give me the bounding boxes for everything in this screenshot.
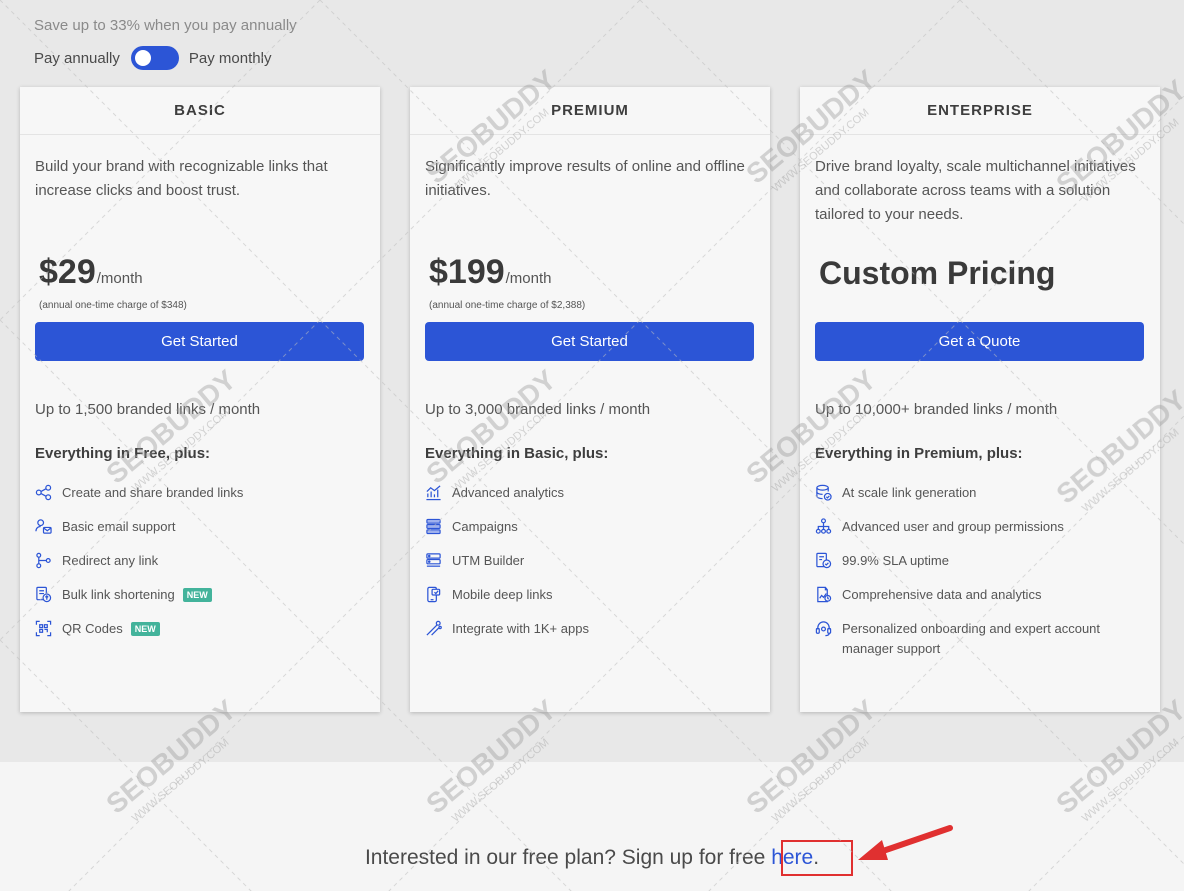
plan-name: BASIC [20, 87, 380, 135]
campaigns-icon [426, 518, 441, 535]
pay-annually-label[interactable]: Pay annually [34, 50, 120, 67]
features-heading: Everything in Free, plus: [35, 445, 211, 462]
feature-item: 99.9% SLA uptime [815, 551, 1145, 585]
bulk-link-icon [36, 586, 52, 603]
feature-text: Redirect any link [62, 553, 159, 568]
plan-price: $29 [39, 253, 96, 291]
new-badge: NEW [182, 588, 212, 602]
headset-icon [815, 621, 832, 637]
qr-code-icon [35, 620, 52, 637]
get-started-button[interactable]: Get Started [35, 322, 364, 361]
feature-list: Create and share branded links Basic ema… [35, 483, 365, 653]
price-period: /month [505, 270, 552, 287]
annual-charge-note: (annual one-time charge of $2,388) [429, 300, 586, 311]
feature-label: Bulk link shortening [62, 587, 175, 602]
plan-name: ENTERPRISE [800, 87, 1160, 135]
save-annually-text: Save up to 33% when you pay annually [34, 17, 297, 34]
highlight-box [781, 840, 853, 876]
feature-item: Campaigns [425, 517, 755, 551]
billing-toggle-row: Pay annually Pay monthly [34, 46, 271, 70]
free-plan-text: Interested in our free plan? Sign up for… [0, 846, 1184, 870]
permissions-icon [815, 518, 832, 534]
feature-text: Advanced analytics [452, 485, 565, 500]
features-heading: Everything in Premium, plus: [815, 445, 1023, 462]
email-support-icon [35, 519, 52, 534]
plan-description: Build your brand with recognizable links… [35, 158, 328, 199]
feature-list: At scale link generation Advanced user a… [815, 483, 1145, 659]
integrations-icon [426, 620, 442, 636]
link-limit: Up to 3,000 branded links / month [425, 401, 651, 418]
annual-charge-note: (annual one-time charge of $348) [39, 300, 187, 311]
custom-pricing: Custom Pricing [819, 255, 1056, 291]
free-plan-prompt: Interested in our free plan? Sign up for… [364, 846, 772, 869]
feature-text: Create and share branded links [62, 485, 244, 500]
uptime-icon [816, 552, 832, 569]
annotation-arrow-icon [858, 825, 953, 860]
feature-item: Mobile deep links [425, 585, 755, 619]
get-started-button[interactable]: Get Started [425, 322, 754, 361]
price-period: /month [96, 270, 143, 287]
feature-item: Basic email support [35, 517, 365, 551]
share-icon [35, 484, 52, 501]
mobile-link-icon [427, 586, 441, 603]
plan-card-enterprise: ENTERPRISE Drive brand loyalty, scale mu… [800, 87, 1160, 712]
feature-item: Integrate with 1K+ apps [425, 619, 755, 653]
price-row: $29 /month [39, 253, 143, 292]
feature-item: Bulk link shortening NEW [35, 585, 365, 619]
analytics-icon [426, 485, 441, 501]
feature-text: At scale link generation [842, 485, 977, 500]
utm-builder-icon [426, 553, 441, 567]
feature-label: QR Codes [62, 621, 123, 636]
pay-monthly-label[interactable]: Pay monthly [189, 50, 272, 67]
feature-item: Redirect any link [35, 551, 365, 585]
feature-text: Basic email support [62, 519, 176, 534]
link-limit: Up to 10,000+ branded links / month [815, 401, 1058, 418]
data-report-icon [817, 586, 832, 603]
free-plan-section [0, 762, 1184, 891]
plan-card-premium: PREMIUM Significantly improve results of… [410, 87, 770, 712]
price-row: $199 /month [429, 253, 552, 292]
billing-toggle-switch[interactable] [130, 46, 179, 70]
database-icon [816, 484, 832, 501]
feature-item: At scale link generation [815, 483, 1145, 517]
feature-text: Comprehensive data and analytics [842, 587, 1042, 602]
feature-text: Bulk link shortening NEW [62, 585, 365, 605]
feature-item: Create and share branded links [35, 483, 365, 517]
plan-card-basic: BASIC Build your brand with recognizable… [20, 87, 380, 712]
plan-description: Drive brand loyalty, scale multichannel … [815, 158, 1136, 223]
feature-item: Advanced user and group permissions [815, 517, 1145, 551]
plan-description: Significantly improve results of online … [425, 158, 745, 199]
new-badge: NEW [130, 622, 160, 636]
redirect-icon [36, 552, 51, 569]
link-limit: Up to 1,500 branded links / month [35, 401, 261, 418]
feature-text: Campaigns [452, 519, 518, 534]
feature-item: QR Codes NEW [35, 619, 365, 653]
features-heading: Everything in Basic, plus: [425, 445, 609, 462]
plan-price: $199 [429, 253, 505, 291]
get-a-quote-button[interactable]: Get a Quote [815, 322, 1144, 361]
feature-text: Personalized onboarding and expert accou… [842, 621, 1101, 656]
toggle-knob [134, 50, 151, 66]
feature-text: Integrate with 1K+ apps [452, 621, 589, 636]
feature-text: 99.9% SLA uptime [842, 553, 949, 568]
feature-item: Comprehensive data and analytics [815, 585, 1145, 619]
plan-name: PREMIUM [410, 87, 770, 135]
feature-text: Advanced user and group permissions [842, 519, 1064, 534]
feature-text: UTM Builder [452, 553, 525, 568]
feature-list: Advanced analytics Campaigns UTM Builder… [425, 483, 755, 653]
feature-item: Personalized onboarding and expert accou… [815, 619, 1145, 659]
feature-item: Advanced analytics [425, 483, 755, 517]
feature-item: UTM Builder [425, 551, 755, 585]
feature-text: QR Codes NEW [62, 619, 365, 639]
feature-text: Mobile deep links [452, 587, 553, 602]
